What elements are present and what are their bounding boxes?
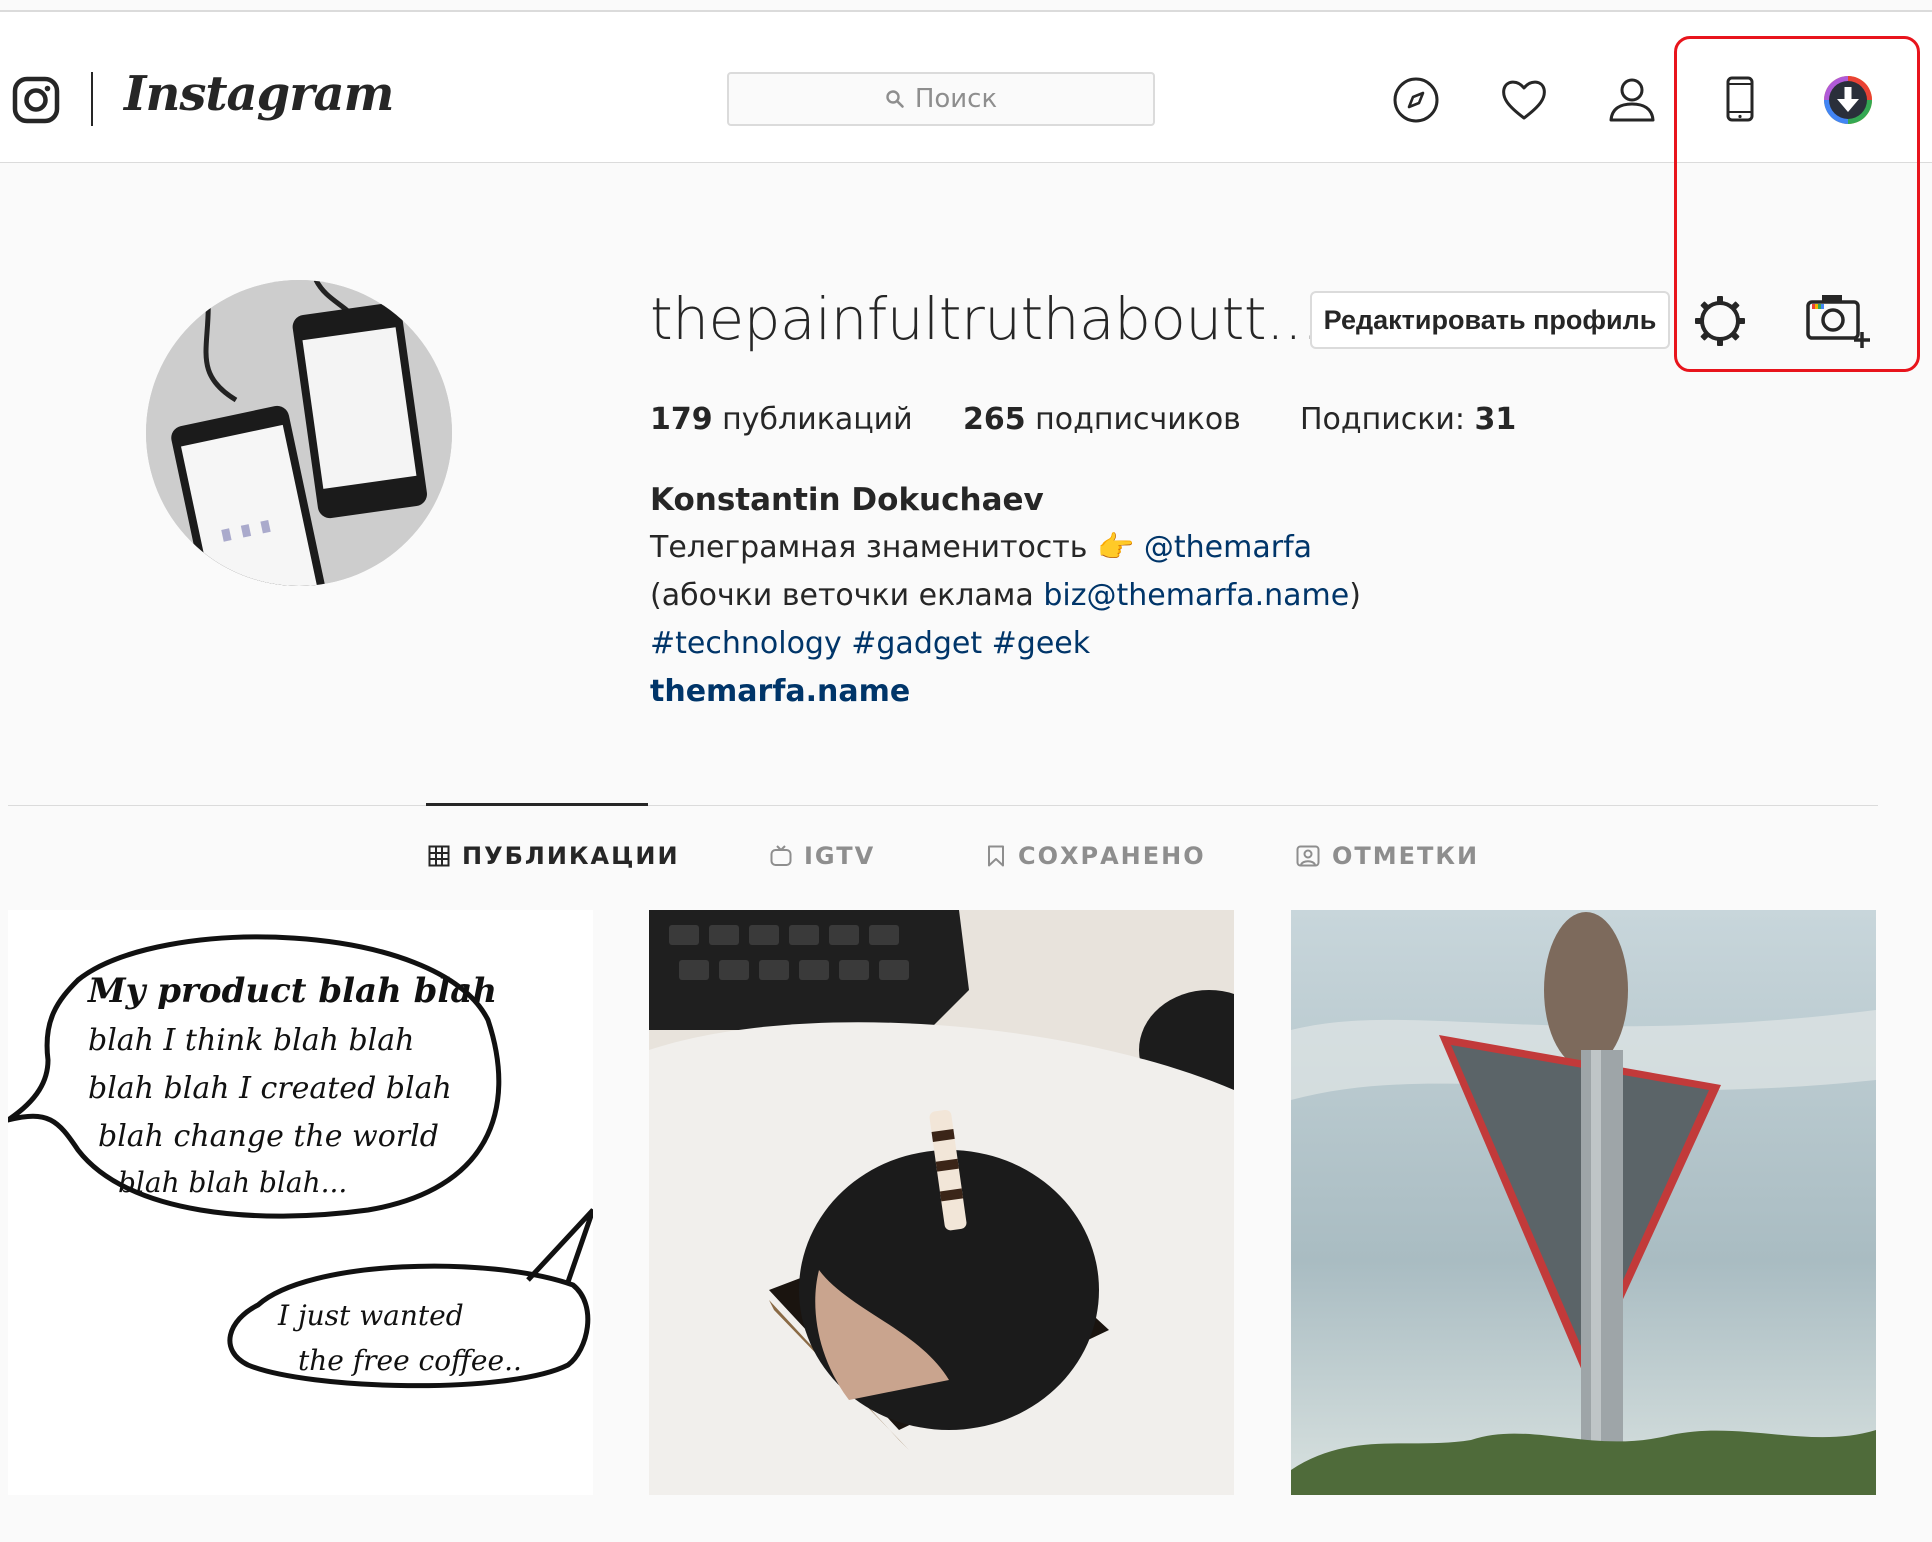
post-thumbnail-comic[interactable]: My product blah blah blah I think blah b… [8, 910, 593, 1495]
road-sign-photo [1291, 910, 1876, 1495]
tab-igtv[interactable]: IGTV [770, 842, 875, 870]
bio-line-1: Телеграмная знаменитость 👉 @themarfa [650, 530, 1313, 565]
edit-profile-button[interactable]: Редактировать профиль [1310, 291, 1670, 349]
tab-saved[interactable]: СОХРАНЕНО [986, 842, 1206, 870]
bio-line-2: (абочки веточки еклама biz@themarfa.name… [650, 578, 1361, 613]
bookmark-icon [988, 845, 1004, 867]
search-input[interactable]: Поиск [727, 72, 1155, 126]
posts-count-stat: 179 публикаций [650, 402, 913, 437]
dessert-photo [649, 910, 1234, 1495]
search-placeholder: Поиск [914, 84, 998, 114]
tab-tagged[interactable]: ОТМЕТКИ [1296, 842, 1479, 870]
instagram-wordmark[interactable]: Instagram [124, 66, 394, 122]
tabs-divider [8, 805, 1878, 806]
svg-text:blah blah blah...: blah blah blah... [118, 1166, 347, 1199]
post-thumbnail-road-sign[interactable] [1291, 910, 1876, 1495]
post-thumbnail-dessert[interactable] [649, 910, 1234, 1495]
bio-email-link[interactable]: biz@themarfa.name [1043, 578, 1349, 613]
top-navigation-bar: Instagram Поиск [0, 12, 1932, 163]
bio-hashtags[interactable]: #technology #gadget #geek [650, 626, 1090, 661]
tab-posts[interactable]: ПУБЛИКАЦИИ [428, 842, 680, 870]
search-icon [886, 90, 904, 108]
bio-mention-link[interactable]: @themarfa [1144, 530, 1312, 565]
explore-compass-icon[interactable] [1390, 74, 1442, 126]
add-photo-camera-icon[interactable] [1806, 292, 1874, 350]
svg-text:the free coffee..: the free coffee.. [298, 1344, 522, 1377]
grid-icon [428, 845, 450, 867]
profile-person-icon[interactable] [1606, 74, 1658, 126]
followers-count-stat[interactable]: 265 подписчиков [963, 402, 1241, 437]
svg-text:blah change the world: blah change the world [98, 1119, 439, 1154]
igtv-icon [770, 845, 792, 866]
active-tab-indicator [426, 803, 648, 806]
logo-divider [91, 72, 93, 126]
profile-full-name: Konstantin Dokuchaev [650, 482, 1044, 518]
settings-gear-icon[interactable] [1694, 295, 1746, 347]
svg-text:My product blah blah: My product blah blah [87, 971, 497, 1011]
instagram-camera-icon[interactable] [12, 76, 60, 124]
following-count-stat[interactable]: Подписки: 31 [1300, 402, 1516, 437]
heart-activity-icon[interactable] [1498, 74, 1550, 126]
tagged-person-icon [1296, 845, 1320, 867]
comic-speech-bubbles: My product blah blah blah I think blah b… [8, 910, 593, 1495]
svg-text:blah I think blah blah: blah I think blah blah [88, 1023, 414, 1058]
svg-text:I just wanted: I just wanted [277, 1299, 464, 1332]
bio-website-link[interactable]: themarfa.name [650, 674, 910, 709]
profile-avatar[interactable] [146, 280, 452, 586]
pointing-hand-emoji: 👉 [1097, 530, 1135, 565]
svg-text:blah blah I created blah: blah blah I created blah [88, 1071, 452, 1106]
avatar-photo-phones [146, 280, 452, 586]
profile-username: thepainfultruthaboutt... [650, 285, 1320, 353]
